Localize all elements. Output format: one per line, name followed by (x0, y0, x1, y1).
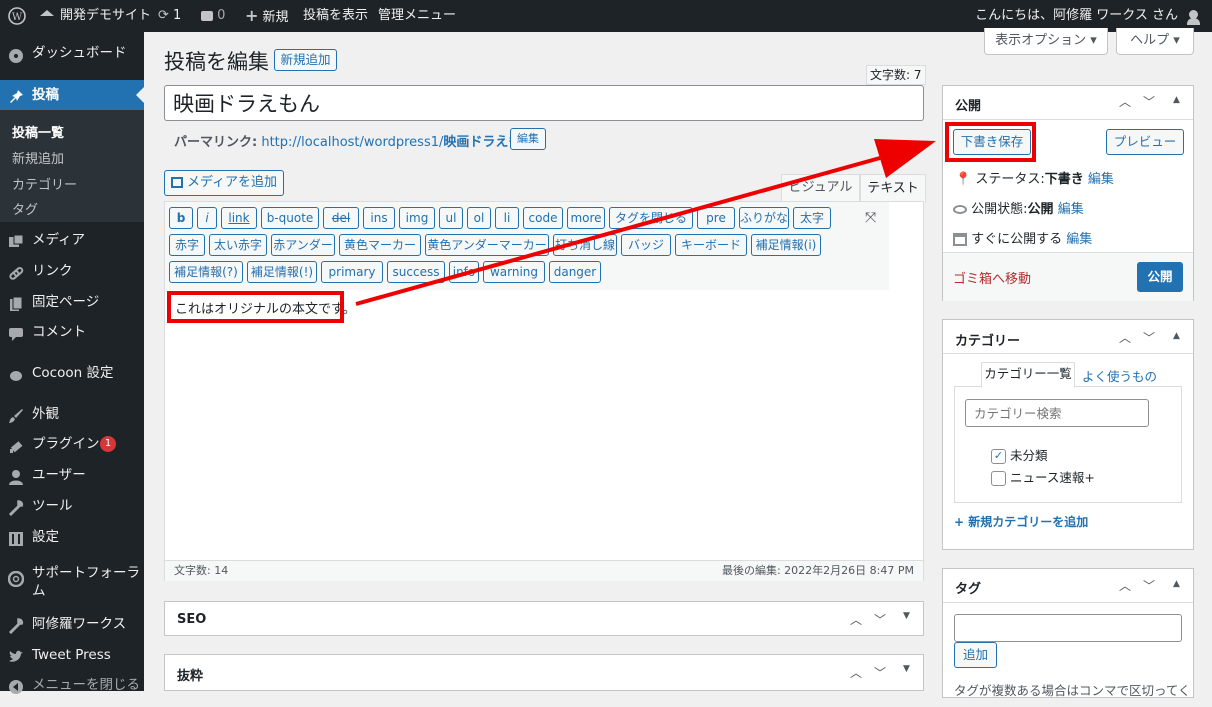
annotation-arrow (355, 139, 936, 306)
tab-all-categories[interactable]: カテゴリー一覧 (981, 362, 1075, 388)
